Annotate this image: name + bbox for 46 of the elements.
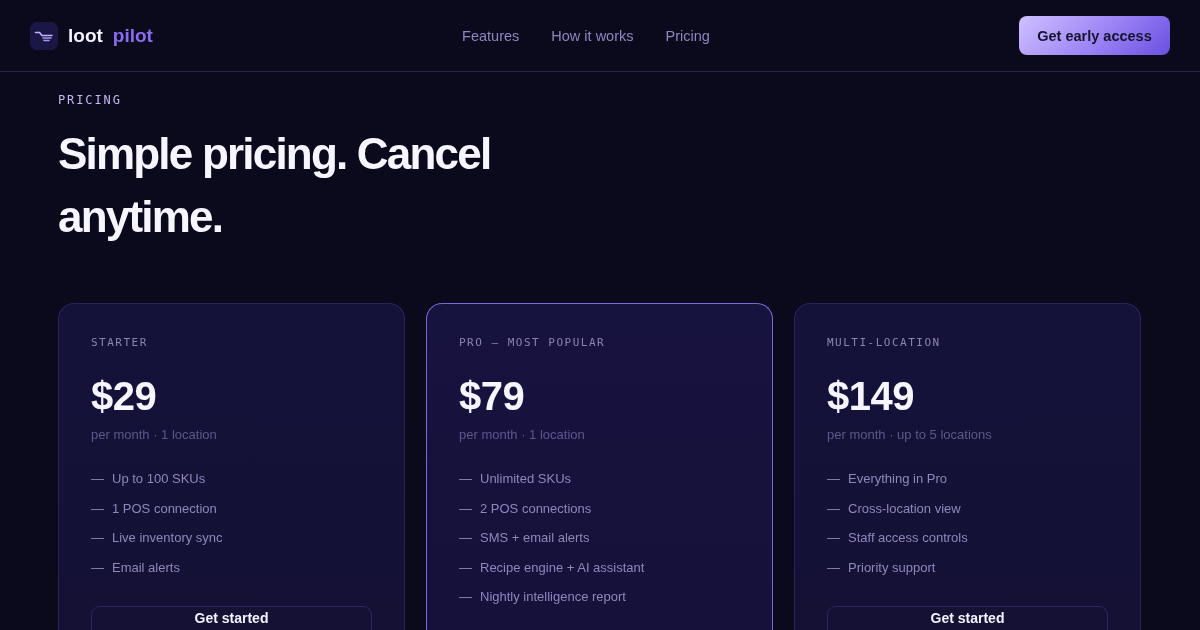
list-marker: — <box>459 588 472 606</box>
price-note: per month · 1 location <box>459 426 585 444</box>
get-started-button[interactable]: Get started <box>827 605 1108 630</box>
list-marker: — <box>459 499 472 518</box>
feature-text: Staff access controls <box>848 529 968 547</box>
nav-link[interactable]: Pricing <box>665 25 710 46</box>
nav-link[interactable]: How it works <box>551 25 634 46</box>
plan-name: PRO — MOST POPULAR <box>459 336 606 350</box>
list-marker: — <box>91 499 104 518</box>
cart-icon <box>30 21 58 50</box>
section-label: PRICING <box>58 92 122 108</box>
feature-text: Live inventory sync <box>112 529 223 547</box>
feature-text: Nightly intelligence report <box>480 588 626 606</box>
page-heading: Simple pricing. Cancel anytime. <box>58 128 492 243</box>
list-marker: — <box>91 529 104 547</box>
feature-text: Everything in Pro <box>848 470 947 488</box>
nav-link[interactable]: Features <box>462 25 520 46</box>
plan-name: MULTI-LOCATION <box>827 336 941 350</box>
feature-text: SMS + email alerts <box>480 529 590 547</box>
get-started-button[interactable]: Get started <box>91 605 372 630</box>
plan-price: $149 <box>827 373 914 420</box>
feature-text: Recipe engine + AI assistant <box>480 558 645 577</box>
list-marker: — <box>827 558 840 577</box>
early-access-button[interactable]: Get early access <box>1019 16 1170 55</box>
price-note: per month · 1 location <box>91 426 217 444</box>
plan-name: STARTER <box>91 336 148 350</box>
feature-text: Up to 100 SKUs <box>112 470 206 488</box>
feature-text: Unlimited SKUs <box>480 470 572 488</box>
list-marker: — <box>827 529 840 547</box>
list-marker: — <box>459 558 472 577</box>
plan-price: $79 <box>459 373 525 420</box>
logo-text: loot <box>68 23 103 48</box>
list-marker: — <box>827 499 840 518</box>
plan-price: $29 <box>91 373 157 420</box>
list-marker: — <box>91 558 104 577</box>
feature-text: 2 POS connections <box>480 499 592 518</box>
list-marker: — <box>827 470 840 488</box>
list-marker: — <box>91 470 104 488</box>
feature-text: Cross-location view <box>848 499 961 518</box>
price-note: per month · up to 5 locations <box>827 426 992 444</box>
logo-accent-text: pilot <box>112 23 153 48</box>
feature-text: Priority support <box>848 558 936 577</box>
list-marker: — <box>459 470 472 488</box>
feature-text: Email alerts <box>112 558 180 577</box>
list-marker: — <box>459 529 472 547</box>
feature-text: 1 POS connection <box>112 499 217 518</box>
